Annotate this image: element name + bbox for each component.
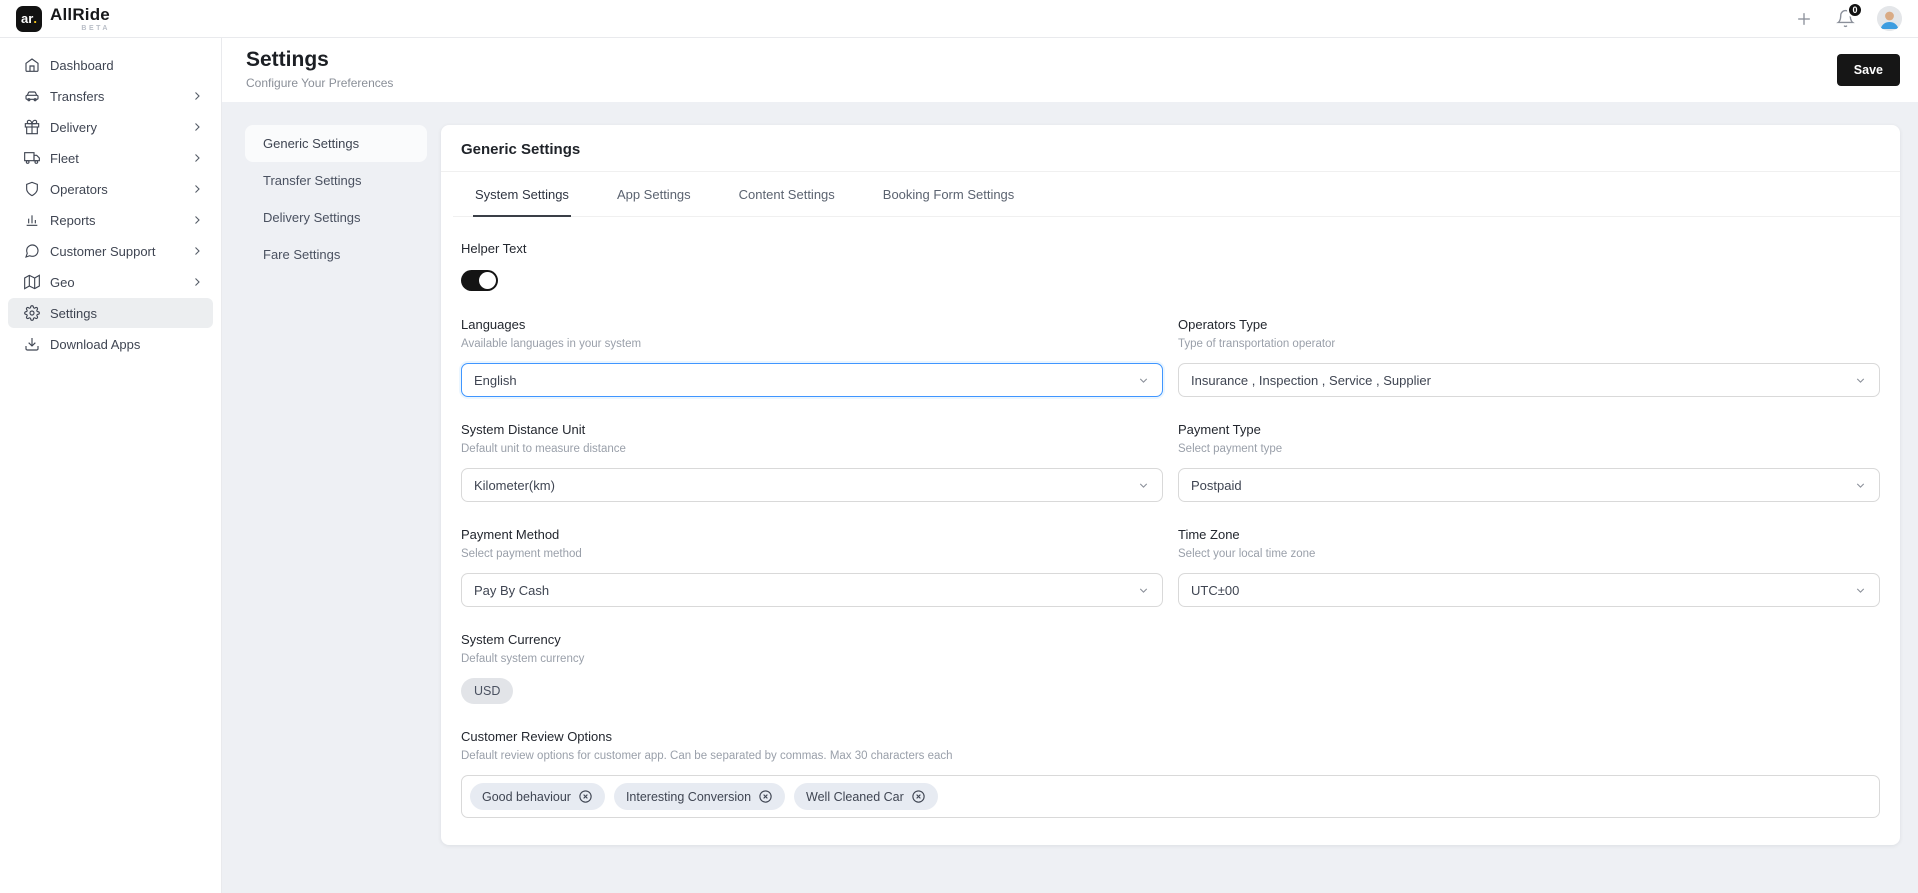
sidebar-item-operators[interactable]: Operators (8, 174, 213, 204)
map-icon (24, 274, 40, 290)
helper-text-label: Helper Text (461, 241, 1880, 256)
topbar: ar. AllRide BETA 0 (0, 0, 1918, 38)
logo-icon: ar. (16, 6, 42, 32)
field-time-zone: Time Zone Select your local time zone UT… (1178, 527, 1880, 607)
panel-title: Generic Settings (461, 141, 1880, 158)
gear-icon (24, 305, 40, 321)
settings-nav: Generic Settings Transfer Settings Deliv… (245, 125, 427, 273)
truck-icon (24, 150, 40, 166)
sidebar-item-customer-support[interactable]: Customer Support (8, 236, 213, 266)
chevron-down-icon (1137, 584, 1150, 597)
review-chip: Well Cleaned Car (794, 783, 938, 810)
review-chip: Good behaviour (470, 783, 605, 810)
brand-logo[interactable]: ar. AllRide BETA (16, 6, 110, 32)
panel-header: Generic Settings (441, 125, 1900, 172)
time-zone-select[interactable]: UTC±00 (1178, 573, 1880, 607)
home-icon (24, 57, 40, 73)
payment-method-select[interactable]: Pay By Cash (461, 573, 1163, 607)
add-button[interactable] (1794, 9, 1814, 29)
sidebar-item-dashboard[interactable]: Dashboard (8, 50, 213, 80)
settings-nav-delivery[interactable]: Delivery Settings (245, 199, 427, 236)
tab-booking-form-settings[interactable]: Booking Form Settings (881, 172, 1017, 217)
chevron-down-icon (1854, 584, 1867, 597)
sidebar-item-settings[interactable]: Settings (8, 298, 213, 328)
chevron-right-icon (191, 183, 203, 195)
chevron-down-icon (1137, 374, 1150, 387)
brand-name: AllRide (50, 6, 110, 23)
chevron-right-icon (191, 245, 203, 257)
review-options-input[interactable]: Good behaviour Interesting Conversion We… (461, 775, 1880, 818)
notifications-button[interactable]: 0 (1836, 9, 1855, 28)
field-languages: Languages Available languages in your sy… (461, 317, 1163, 397)
sidebar-item-transfers[interactable]: Transfers (8, 81, 213, 111)
notification-badge: 0 (1847, 2, 1863, 18)
field-payment-method: Payment Method Select payment method Pay… (461, 527, 1163, 607)
distance-unit-select[interactable]: Kilometer(km) (461, 468, 1163, 502)
plus-icon (1794, 9, 1814, 29)
toggle-knob (479, 272, 496, 289)
tab-bar: System Settings App Settings Content Set… (453, 172, 1900, 217)
chip-close-icon[interactable] (578, 789, 593, 804)
chevron-right-icon (191, 90, 203, 102)
sidebar-item-download-apps[interactable]: Download Apps (8, 329, 213, 359)
save-button[interactable]: Save (1837, 54, 1900, 86)
tab-system-settings[interactable]: System Settings (473, 172, 571, 217)
chevron-down-icon (1854, 479, 1867, 492)
chevron-down-icon (1854, 374, 1867, 387)
field-payment-type: Payment Type Select payment type Postpai… (1178, 422, 1880, 502)
tab-app-settings[interactable]: App Settings (615, 172, 693, 217)
payment-type-select[interactable]: Postpaid (1178, 468, 1880, 502)
sidebar-item-geo[interactable]: Geo (8, 267, 213, 297)
field-customer-review-options: Customer Review Options Default review o… (461, 729, 1880, 818)
settings-nav-transfer[interactable]: Transfer Settings (245, 162, 427, 199)
operators-type-select[interactable]: Insurance , Inspection , Service , Suppl… (1178, 363, 1880, 397)
chevron-right-icon (191, 121, 203, 133)
chevron-right-icon (191, 152, 203, 164)
sidebar-item-fleet[interactable]: Fleet (8, 143, 213, 173)
settings-nav-generic[interactable]: Generic Settings (245, 125, 427, 162)
chevron-down-icon (1137, 479, 1150, 492)
page-subtitle: Configure Your Preferences (246, 76, 393, 90)
brand-beta-label: BETA (81, 25, 110, 32)
chevron-right-icon (191, 276, 203, 288)
shield-icon (24, 181, 40, 197)
settings-nav-fare[interactable]: Fare Settings (245, 236, 427, 273)
gift-icon (24, 119, 40, 135)
helper-text-toggle[interactable] (461, 270, 498, 291)
page-header: Settings Configure Your Preferences Save (222, 38, 1918, 102)
sidebar: Dashboard Transfers Delivery Fleet Opera… (0, 38, 222, 893)
field-system-currency: System Currency Default system currency … (461, 632, 1163, 704)
sidebar-item-reports[interactable]: Reports (8, 205, 213, 235)
review-chip: Interesting Conversion (614, 783, 785, 810)
field-distance-unit: System Distance Unit Default unit to mea… (461, 422, 1163, 502)
bar-chart-icon (24, 212, 40, 228)
settings-panel: Generic Settings System Settings App Set… (441, 125, 1900, 845)
chip-close-icon[interactable] (758, 789, 773, 804)
sidebar-item-delivery[interactable]: Delivery (8, 112, 213, 142)
chat-icon (24, 243, 40, 259)
car-icon (24, 88, 40, 104)
avatar[interactable] (1877, 6, 1902, 31)
chip-close-icon[interactable] (911, 789, 926, 804)
page-title: Settings (246, 48, 393, 72)
chevron-right-icon (191, 214, 203, 226)
languages-select[interactable]: English (461, 363, 1163, 397)
field-operators-type: Operators Type Type of transportation op… (1178, 317, 1880, 397)
tab-content-settings[interactable]: Content Settings (737, 172, 837, 217)
download-icon (24, 336, 40, 352)
currency-pill: USD (461, 678, 513, 704)
